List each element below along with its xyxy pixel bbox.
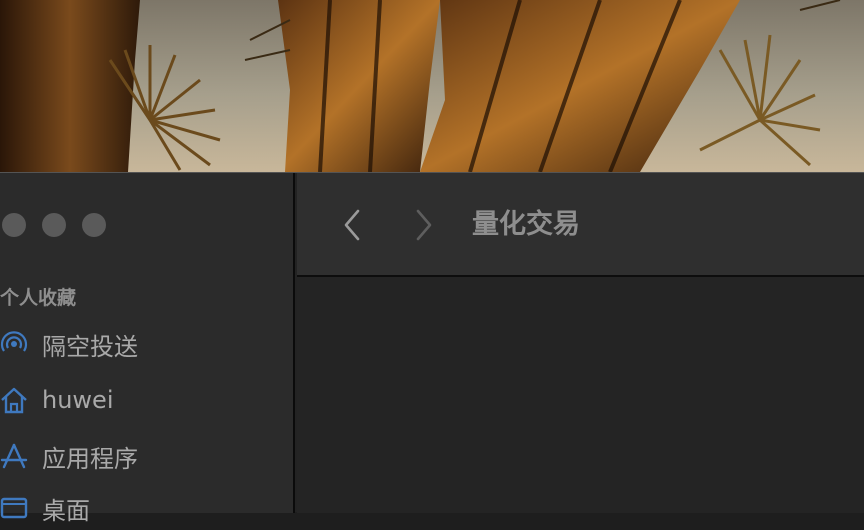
home-icon: [0, 384, 30, 416]
sidebar: 个人收藏 隔空投送 huwei 应用程序 桌面: [0, 173, 295, 525]
desktop-wallpaper: [0, 0, 864, 172]
minimize-window-button[interactable]: [42, 213, 66, 237]
window-title: 量化交易: [472, 209, 580, 240]
close-window-button[interactable]: [2, 213, 26, 237]
chevron-left-icon: [344, 209, 360, 241]
desktop-icon: [0, 492, 30, 524]
sidebar-section-favorites: 个人收藏: [0, 287, 77, 309]
sidebar-item-home[interactable]: huwei: [0, 378, 290, 422]
file-list-area[interactable]: [297, 277, 864, 513]
sidebar-item-label: huwei: [42, 386, 114, 414]
applications-icon: [0, 440, 30, 472]
sidebar-item-label: 桌面: [42, 496, 90, 525]
airdrop-icon: [0, 328, 30, 360]
joshua-tree-wallpaper-image: [0, 0, 841, 172]
sidebar-item-airdrop[interactable]: 隔空投送: [0, 322, 290, 366]
chevron-right-icon: [416, 209, 432, 241]
sidebar-item-label: 隔空投送: [42, 332, 138, 361]
back-button[interactable]: [337, 205, 367, 245]
forward-button[interactable]: [409, 205, 439, 245]
zoom-window-button[interactable]: [82, 213, 106, 237]
sidebar-item-applications[interactable]: 应用程序: [0, 434, 290, 478]
window-toolbar: 量化交易: [297, 173, 864, 277]
finder-window: 个人收藏 隔空投送 huwei 应用程序 桌面 量化交易: [0, 172, 864, 525]
sidebar-item-desktop[interactable]: 桌面: [0, 486, 290, 530]
sidebar-item-label: 应用程序: [42, 444, 138, 473]
